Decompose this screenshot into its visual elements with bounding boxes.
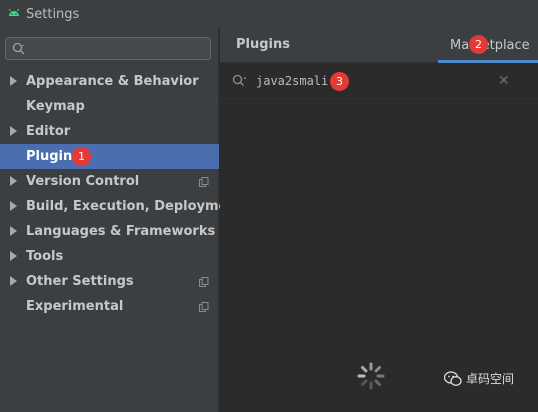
sidebar-item-appearance-behavior[interactable]: Appearance & Behavior [0, 69, 219, 94]
project-level-icon [199, 277, 209, 287]
sidebar-search-input[interactable] [30, 40, 206, 57]
plugin-search-input[interactable] [256, 72, 486, 90]
android-icon [8, 8, 20, 16]
search-icon[interactable] [232, 74, 248, 88]
sidebar-item-editor[interactable]: Editor [0, 119, 219, 144]
clear-search-icon[interactable]: ✕ [498, 73, 510, 89]
annotation-badge-1: 1 [72, 147, 91, 166]
watermark: 卓码空间 [444, 370, 514, 387]
loading-spinner-icon [357, 362, 385, 390]
expand-arrow-icon[interactable] [10, 76, 17, 86]
annotation-badge-3: 3 [330, 72, 349, 91]
title-bar: Settings [0, 0, 538, 28]
expand-arrow-icon[interactable] [10, 276, 17, 286]
panel-header: Plugins Marketplace 2 [220, 28, 538, 63]
plugin-search-bar[interactable]: 3 ✕ [220, 64, 538, 99]
sidebar-item-label: Editor [26, 124, 71, 139]
expand-arrow-icon[interactable] [10, 201, 17, 211]
sidebar-item-plugins[interactable]: Plugins 1 [0, 144, 219, 169]
window-title: Settings [26, 6, 80, 22]
sidebar-item-label: Other Settings [26, 274, 134, 289]
sidebar-item-label: Experimental [26, 299, 124, 314]
plugins-panel: Plugins Marketplace 2 3 ✕ [220, 28, 538, 412]
sidebar-item-experimental[interactable]: Experimental [0, 294, 219, 319]
annotation-badge-2: 2 [469, 35, 488, 54]
settings-sidebar: Appearance & Behavior Keymap Editor Plug… [0, 28, 243, 412]
expand-arrow-icon[interactable] [10, 251, 17, 261]
sidebar-item-label: Languages & Frameworks [26, 224, 216, 239]
sidebar-item-label: Version Control [26, 174, 140, 189]
tab-label: Marketplace [450, 38, 530, 53]
sidebar-item-label: Build, Execution, Deployment [26, 199, 243, 214]
expand-arrow-icon[interactable] [10, 126, 17, 136]
sidebar-item-version-control[interactable]: Version Control [0, 169, 219, 194]
sidebar-item-other-settings[interactable]: Other Settings [0, 269, 219, 294]
tab-marketplace[interactable]: Marketplace 2 [438, 28, 538, 63]
panel-title: Plugins [236, 37, 290, 52]
wechat-icon [444, 370, 462, 386]
sidebar-item-keymap[interactable]: Keymap [0, 94, 219, 119]
sidebar-item-label: Appearance & Behavior [26, 74, 199, 89]
expand-arrow-icon[interactable] [10, 226, 17, 236]
expand-arrow-icon[interactable] [10, 176, 17, 186]
settings-tree: Appearance & Behavior Keymap Editor Plug… [0, 69, 243, 319]
watermark-label: 卓码空间 [466, 372, 515, 386]
active-tab-indicator [438, 60, 538, 63]
sidebar-item-label: Keymap [26, 99, 85, 114]
project-level-icon [199, 177, 209, 187]
search-icon[interactable] [12, 42, 26, 56]
sidebar-search-box[interactable] [5, 37, 211, 60]
sidebar-item-build-execution-deployment[interactable]: Build, Execution, Deployment [0, 194, 243, 219]
sidebar-item-label: Tools [26, 249, 64, 264]
project-level-icon [199, 302, 209, 312]
sidebar-item-tools[interactable]: Tools [0, 244, 219, 269]
sidebar-item-languages-frameworks[interactable]: Languages & Frameworks [0, 219, 219, 244]
